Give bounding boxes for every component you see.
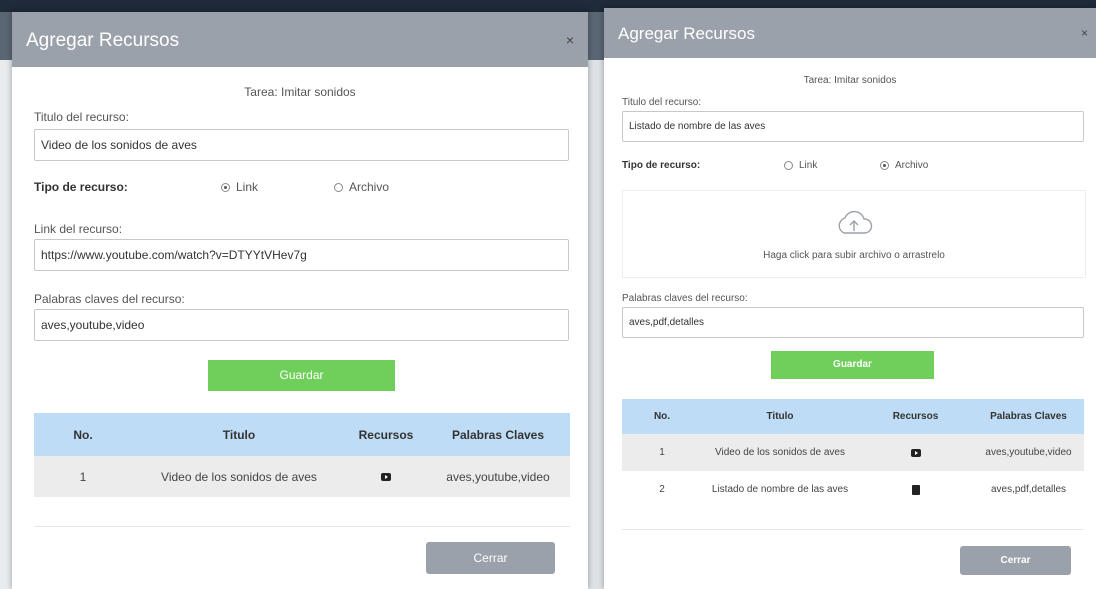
background-page-left (0, 60, 12, 589)
radio-link[interactable]: Link (784, 160, 817, 171)
col-title: Titulo (222, 427, 256, 442)
row-keywords: aves,youtube,video (985, 447, 1072, 458)
close-icon[interactable]: × (1081, 26, 1088, 40)
radio-file-label: Archivo (349, 180, 390, 194)
close-button[interactable]: Cerrar (426, 542, 555, 574)
table-row: 2 Listado de nombre de las aves aves,pdf… (622, 471, 1084, 508)
cloud-upload-icon (838, 210, 873, 234)
row-resource[interactable] (858, 434, 973, 471)
title-input[interactable]: Video de los sonidos de aves (34, 129, 569, 161)
radio-link[interactable]: Link (221, 180, 258, 194)
radio-file-icon (334, 183, 343, 193)
file-dropzone[interactable]: Haga click para subir archivo o arrastre… (622, 190, 1086, 278)
add-resource-dialog-file: Agregar Recursos × Tarea: Imitar sonidos… (604, 8, 1096, 589)
title-label: Titulo del recurso: (34, 110, 129, 124)
radio-file-selected-icon (880, 160, 889, 170)
col-no: No. (73, 427, 93, 442)
radio-link-label: Link (236, 180, 259, 194)
radio-file[interactable]: Archivo (880, 160, 928, 171)
row-keywords: aves,pdf,detalles (990, 484, 1067, 495)
row-title: Video de los sonidos de aves (161, 469, 317, 484)
footer-divider (34, 526, 570, 527)
radio-file[interactable]: Archivo (334, 180, 389, 194)
pdf-icon[interactable] (911, 484, 920, 495)
row-resource[interactable] (858, 471, 973, 508)
row-resource[interactable] (346, 456, 426, 497)
youtube-icon[interactable] (910, 448, 921, 457)
close-button[interactable]: Cerrar (960, 546, 1071, 575)
radio-file-label: Archivo (895, 160, 929, 171)
dialog-header: Agregar Recursos × (604, 8, 1096, 58)
radio-link-label: Link (799, 160, 818, 171)
table-row: 1 Video de los sonidos de aves aves,yout… (622, 434, 1084, 471)
radio-link-selected-icon (221, 183, 230, 193)
add-resource-dialog-link: Agregar Recursos × Tarea: Imitar sonidos… (12, 12, 588, 589)
col-no: No. (653, 411, 671, 422)
col-keywords: Palabras Claves (990, 411, 1067, 422)
resources-table-header: No. Titulo Recursos Palabras Claves (622, 399, 1084, 434)
row-no: 1 (79, 469, 87, 484)
save-button[interactable]: Guardar (771, 351, 934, 379)
radio-link-icon (784, 160, 793, 170)
col-title: Titulo (766, 411, 794, 422)
col-keywords: Palabras Claves (451, 427, 545, 442)
task-name: Tarea: Imitar sonidos (244, 85, 356, 99)
youtube-icon[interactable] (381, 472, 391, 481)
keywords-label: Palabras claves del recurso: (622, 293, 748, 304)
dialog-title: Agregar Recursos (618, 24, 756, 43)
dropzone-text: Haga click para subir archivo o arrastre… (763, 250, 945, 261)
row-no: 1 (659, 447, 665, 458)
dialog-header: Agregar Recursos × (12, 12, 588, 67)
row-keywords: aves,youtube,video (446, 469, 550, 484)
save-button[interactable]: Guardar (208, 360, 395, 391)
col-resources: Recursos (892, 411, 939, 422)
row-title: Video de los sonidos de aves (715, 447, 845, 458)
col-resources: Recursos (358, 427, 414, 442)
title-label: Titulo del recurso: (622, 97, 702, 108)
task-name: Tarea: Imitar sonidos (803, 75, 897, 86)
table-row: 1 Video de los sonidos de aves aves,yout… (34, 456, 570, 497)
type-label: Tipo de recurso: (34, 180, 128, 194)
keywords-input[interactable]: aves,pdf,detalles (622, 307, 1084, 338)
keywords-input[interactable]: aves,youtube,video (34, 309, 569, 341)
close-icon[interactable]: × (566, 32, 574, 48)
type-label: Tipo de recurso: (622, 160, 701, 171)
title-input[interactable]: Listado de nombre de las aves (622, 111, 1084, 142)
background-page-middle (588, 60, 604, 589)
footer-divider (622, 529, 1084, 530)
link-input[interactable]: https://www.youtube.com/watch?v=DTYYtVHe… (34, 239, 569, 271)
keywords-label: Palabras claves del recurso: (34, 292, 185, 306)
row-no: 2 (659, 484, 665, 495)
resources-table-header: No. Titulo Recursos Palabras Claves (34, 413, 570, 456)
dialog-title: Agregar Recursos (26, 30, 180, 51)
link-label: Link del recurso: (34, 222, 123, 236)
row-title: Listado de nombre de las aves (711, 484, 849, 495)
